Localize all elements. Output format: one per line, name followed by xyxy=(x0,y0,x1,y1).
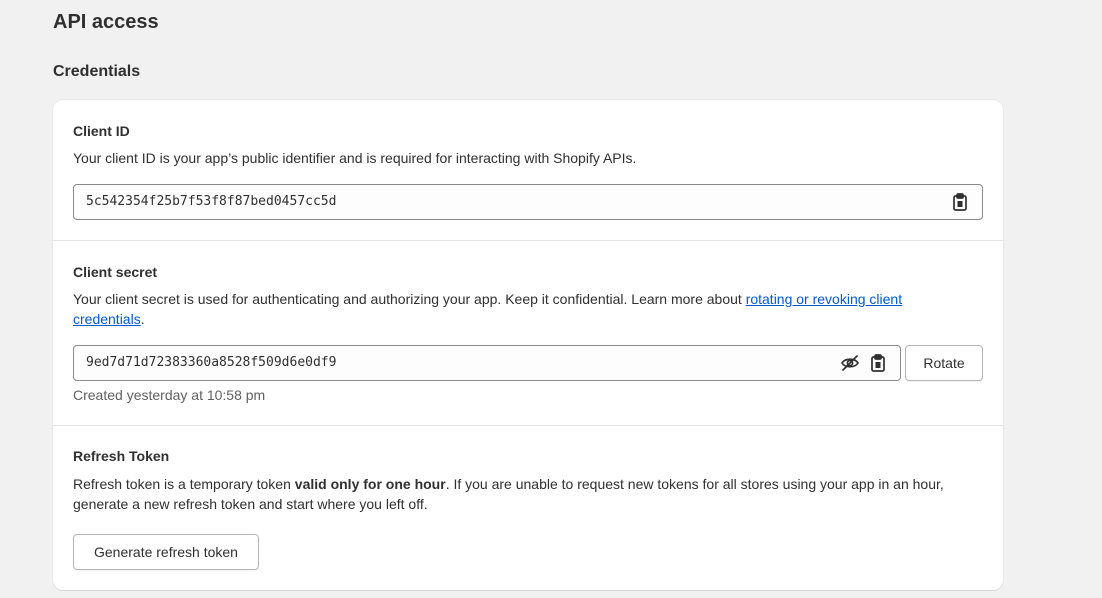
clipboard-icon xyxy=(871,354,885,372)
client-secret-value: 9ed7d71d72383360a8528f509d6e0df9 xyxy=(86,355,337,370)
refresh-token-validity: valid only for one hour xyxy=(294,476,446,492)
clipboard-icon xyxy=(953,193,967,211)
section-title: Credentials xyxy=(53,63,141,80)
page-title: API access xyxy=(53,11,159,33)
client-secret-field[interactable]: 9ed7d71d72383360a8528f509d6e0df9 xyxy=(73,345,901,381)
copy-client-secret-button[interactable] xyxy=(868,353,888,373)
client-id-value: 5c542354f25b7f53f8f87bed0457cc5d xyxy=(86,194,337,209)
client-secret-description-end: . xyxy=(140,311,145,327)
client-id-description: Your client ID is your app’s public iden… xyxy=(73,150,637,166)
copy-client-id-button[interactable] xyxy=(950,192,970,212)
client-secret-description: Your client secret is used for authentic… xyxy=(73,289,973,329)
client-secret-label: Client secret xyxy=(73,264,158,280)
client-id-label: Client ID xyxy=(73,123,130,139)
credentials-card: Client ID Your client ID is your app’s p… xyxy=(53,100,1003,590)
generate-refresh-token-button[interactable]: Generate refresh token xyxy=(73,534,259,570)
created-timestamp: Created yesterday at 10:58 pm xyxy=(73,387,266,403)
rotate-button[interactable]: Rotate xyxy=(905,345,983,381)
toggle-secret-visibility-button[interactable] xyxy=(840,353,860,373)
eye-off-icon xyxy=(841,355,859,371)
refresh-token-description-text: Refresh token is a temporary token xyxy=(73,476,295,492)
section-divider xyxy=(53,425,1003,426)
client-secret-description-text: Your client secret is used for authentic… xyxy=(73,291,746,307)
section-divider xyxy=(53,240,1003,241)
client-id-field[interactable]: 5c542354f25b7f53f8f87bed0457cc5d xyxy=(73,184,983,220)
refresh-token-label: Refresh Token xyxy=(73,448,170,464)
refresh-token-description: Refresh token is a temporary token valid… xyxy=(73,474,973,514)
